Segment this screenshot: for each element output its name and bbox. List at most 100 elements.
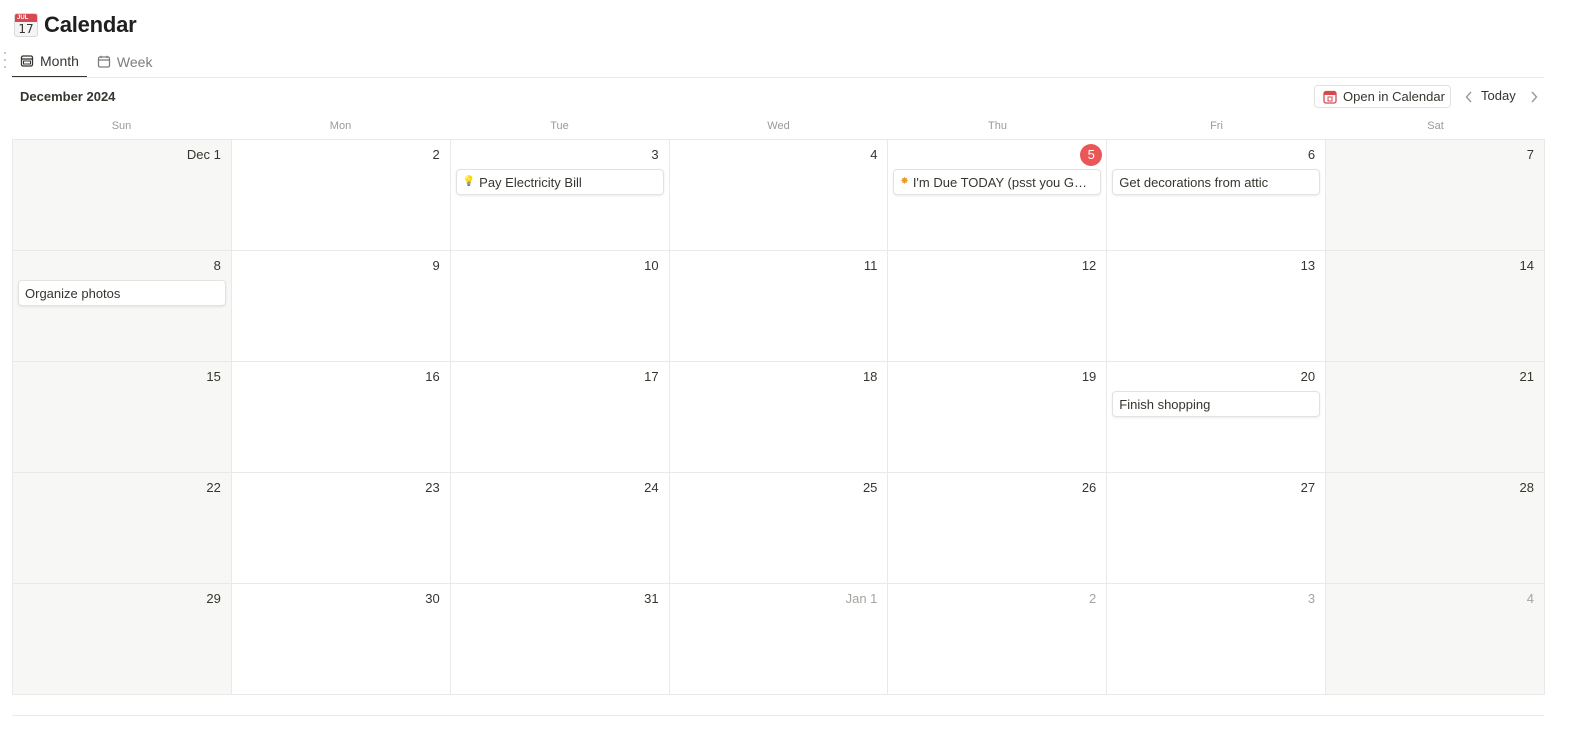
day-cell[interactable]: 5 ✸I'm Due TODAY (psst you GOT this!) xyxy=(888,140,1108,251)
day-cell[interactable]: 10 xyxy=(450,251,670,362)
weekday-label: Tue xyxy=(550,120,569,132)
day-cell[interactable]: 8 Organize photos xyxy=(13,251,232,362)
day-cell[interactable]: 9 xyxy=(231,251,451,362)
day-number: 6 xyxy=(1307,147,1316,162)
today-button[interactable]: Today xyxy=(1481,87,1516,105)
day-cell[interactable]: 28 xyxy=(1326,473,1545,584)
day-cell[interactable]: 4 xyxy=(1326,584,1545,695)
day-cell[interactable]: 3 💡 Pay Electricity Bill xyxy=(450,140,670,251)
open-in-calendar-button[interactable]: Open in Calendar xyxy=(1314,85,1451,108)
chevron-left-icon xyxy=(1465,91,1472,103)
day-number: 29 xyxy=(206,591,221,606)
month-view-icon xyxy=(20,55,34,67)
day-number: 28 xyxy=(1519,480,1534,495)
event-card[interactable]: Organize photos xyxy=(18,280,226,306)
tab-week[interactable]: Week xyxy=(89,46,161,78)
tab-week-label: Week xyxy=(116,54,153,70)
day-number: 22 xyxy=(206,480,221,495)
tab-month-label: Month xyxy=(40,53,79,69)
day-cell[interactable]: 15 xyxy=(13,362,232,473)
day-cell[interactable]: 24 xyxy=(450,473,670,584)
day-cell[interactable]: 23 xyxy=(231,473,451,584)
chevron-right-icon xyxy=(1531,91,1538,103)
day-number: 13 xyxy=(1300,258,1316,273)
day-number: 25 xyxy=(862,480,878,495)
day-number: 30 xyxy=(425,591,440,606)
day-number: 3 xyxy=(1307,591,1316,606)
event-title: Finish shopping xyxy=(1119,396,1211,412)
weekday-label: Sat xyxy=(1427,120,1444,132)
day-cell[interactable]: 22 xyxy=(13,473,232,584)
day-cell[interactable]: 19 xyxy=(888,362,1108,473)
day-cell[interactable]: 13 xyxy=(1107,251,1327,362)
weekday-header-row: Sun Mon Tue Wed Thu Fri Sat xyxy=(12,118,1545,136)
weekday-label: Thu xyxy=(988,120,1007,132)
day-cell[interactable]: 4 xyxy=(669,140,889,251)
today-date-badge: 5 xyxy=(1080,144,1103,166)
day-cell[interactable]: 16 xyxy=(231,362,451,473)
day-cell[interactable]: 26 xyxy=(888,473,1108,584)
day-cell[interactable]: 3 xyxy=(1107,584,1327,695)
day-cell[interactable]: 27 xyxy=(1107,473,1327,584)
month-grid: Dec 1 2 3 💡 Pay Electricity Bill 4 5 ✸ I'm Due T… xyxy=(12,139,1545,695)
day-cell[interactable]: 6 Get decorations from attic xyxy=(1107,140,1327,251)
month-label: December 2024 xyxy=(20,89,116,104)
day-cell[interactable]: 11 xyxy=(669,251,889,362)
day-cell[interactable]: 25 xyxy=(669,473,889,584)
day-cell[interactable]: 17 xyxy=(450,362,670,473)
day-number: Dec 1 xyxy=(186,147,221,162)
open-in-calendar-label: Open in Calendar xyxy=(1343,89,1445,104)
calendar-emoji-icon[interactable]: JUL 17 xyxy=(14,13,38,37)
day-number: 2 xyxy=(1089,591,1097,606)
drag-handle-icon[interactable] xyxy=(2,52,8,68)
day-cell[interactable]: Jan 1 xyxy=(669,584,889,695)
day-number: 27 xyxy=(1300,480,1316,495)
weekday-label: Mon xyxy=(329,120,352,132)
tab-month[interactable]: Month xyxy=(12,46,87,78)
day-number: 31 xyxy=(644,591,659,606)
day-number: 11 xyxy=(863,258,878,273)
weekday-label: Wed xyxy=(767,120,790,132)
day-number: 17 xyxy=(644,369,659,384)
day-cell[interactable]: 30 xyxy=(231,584,451,695)
day-cell[interactable]: 14 xyxy=(1326,251,1545,362)
weekday-label: Sun xyxy=(111,120,132,132)
event-card[interactable]: ✸I'm Due TODAY (psst you GOT this!) xyxy=(893,169,1102,195)
calendar-app-icon xyxy=(1323,90,1337,104)
day-cell[interactable]: Dec 1 xyxy=(13,140,232,251)
event-card[interactable]: 💡 Pay Electricity Bill xyxy=(455,169,664,195)
day-number: 16 xyxy=(425,369,440,384)
day-cell[interactable]: 29 xyxy=(13,584,232,695)
day-cell[interactable]: 31 xyxy=(450,584,670,695)
next-month-button[interactable] xyxy=(1527,88,1541,106)
day-number: 21 xyxy=(1519,369,1534,384)
day-cell[interactable]: 12 xyxy=(888,251,1108,362)
day-cell[interactable]: 20 Finish shopping xyxy=(1107,362,1327,473)
event-title: Pay Electricity Bill xyxy=(479,174,582,190)
day-number: 23 xyxy=(425,480,440,495)
day-number: 8 xyxy=(213,258,221,273)
event-card[interactable]: Get decorations from attic xyxy=(1112,169,1321,195)
day-cell[interactable]: 2 xyxy=(231,140,451,251)
calendar-page: JUL 17 Calendar Month Week December 2024 xyxy=(0,0,1588,731)
day-number: 9 xyxy=(432,258,440,273)
page-title[interactable]: Calendar xyxy=(44,12,137,38)
day-number: 2 xyxy=(432,147,440,162)
page-header: JUL 17 Calendar xyxy=(14,8,137,42)
day-cell[interactable]: 2 xyxy=(888,584,1108,695)
event-card[interactable]: Finish shopping xyxy=(1112,391,1321,417)
day-cell[interactable]: 21 xyxy=(1326,362,1545,473)
lightbulb-icon: 💡 xyxy=(462,176,476,187)
day-number: 26 xyxy=(1081,480,1097,495)
weekday-label: Fri xyxy=(1210,120,1223,132)
day-number: 3 xyxy=(651,147,659,162)
day-cell[interactable]: 7 xyxy=(1326,140,1545,251)
day-cell[interactable]: 18 xyxy=(669,362,889,473)
event-title: I'm Due TODAY (psst you GOT this!) xyxy=(912,174,1094,190)
previous-month-button[interactable] xyxy=(1462,88,1476,106)
day-number: 12 xyxy=(1081,258,1097,273)
view-tabs: Month Week xyxy=(12,46,160,78)
bottom-divider xyxy=(12,715,1544,716)
day-number: 20 xyxy=(1300,369,1316,384)
day-number: 14 xyxy=(1519,258,1534,273)
